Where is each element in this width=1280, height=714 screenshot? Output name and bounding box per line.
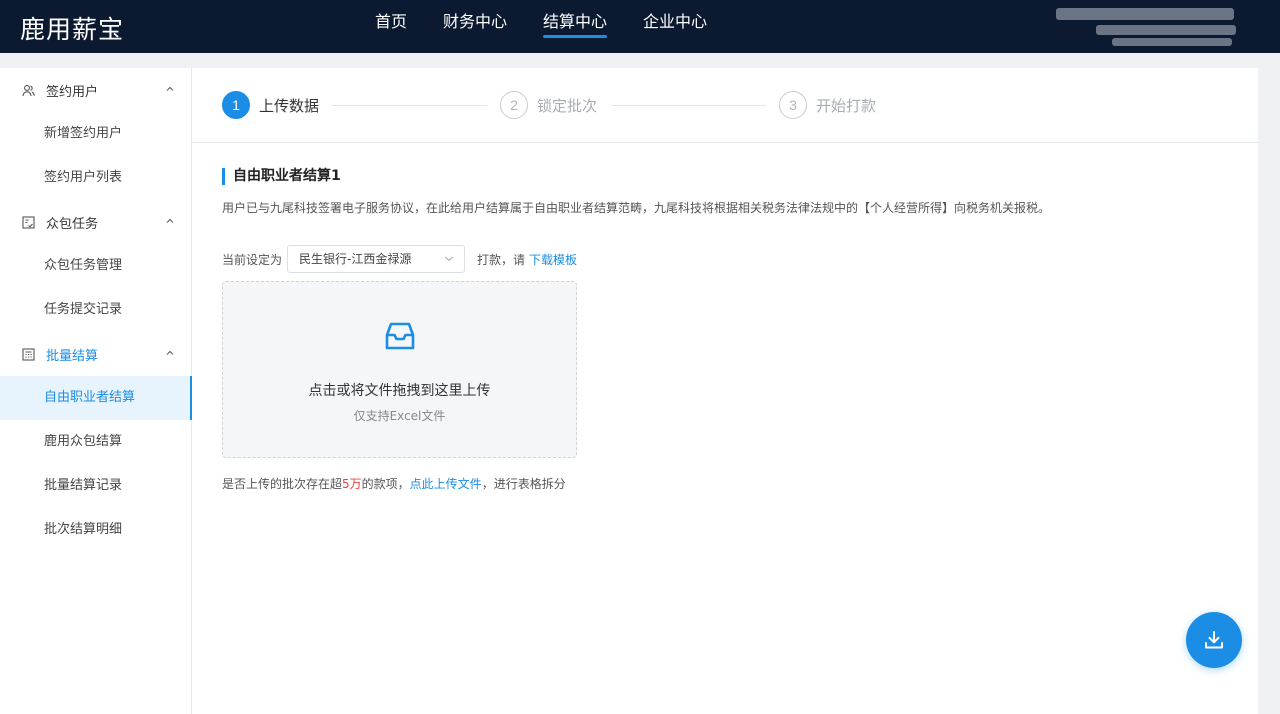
split-text-3: ，进行表格拆分 <box>481 477 566 491</box>
calculator-icon <box>22 347 35 361</box>
sidebar-group-label: 签约用户 <box>46 84 99 100</box>
download-icon <box>1205 631 1223 649</box>
top-bar: 鹿用薪宝 首页 财务中心 结算中心 企业中心 <box>0 0 1280 53</box>
payment-setting-row: 当前设定为 民生银行-江西金禄源 打款，请 下载模板 <box>222 245 577 273</box>
sidebar-item-batch-settlement-records[interactable]: 批量结算记录 <box>0 464 191 508</box>
chevron-down-icon <box>445 256 453 262</box>
file-upload-dropzone[interactable]: 点击或将文件拖拽到这里上传 仅支持Excel文件 <box>222 281 577 458</box>
upload-sub-text: 仅支持Excel文件 <box>353 409 446 423</box>
sidebar: 签约用户 新增签约用户 签约用户列表 众包任务 众包任务管理 任务提交记录 批量… <box>0 68 192 714</box>
app-logo[interactable]: 鹿用薪宝 <box>20 10 124 46</box>
main-panel: 1 上传数据 2 锁定批次 3 开始打款 自由职业者结算1 用户已与九尾科技签署… <box>192 68 1258 714</box>
sidebar-group-label: 批量结算 <box>46 348 99 364</box>
chevron-up-icon <box>166 218 174 223</box>
progress-steps: 1 上传数据 2 锁定批次 3 开始打款 <box>192 68 1258 143</box>
sidebar-item-crowd-task-manage[interactable]: 众包任务管理 <box>0 244 191 288</box>
step-number: 3 <box>779 91 807 119</box>
user-info-blurred[interactable] <box>1056 8 1242 48</box>
step-upload-data: 1 上传数据 <box>222 91 319 119</box>
step-connector <box>611 105 766 106</box>
step-start-payment: 3 开始打款 <box>779 91 876 119</box>
download-template-link[interactable]: 下载模板 <box>529 251 577 268</box>
sidebar-item-task-submit-records[interactable]: 任务提交记录 <box>0 288 191 332</box>
users-icon <box>22 84 35 97</box>
step-number: 1 <box>222 91 250 119</box>
sidebar-item-freelancer-settlement[interactable]: 自由职业者结算 <box>0 376 192 420</box>
sidebar-group-batch-settlement[interactable]: 批量结算 <box>0 332 191 376</box>
step-label: 锁定批次 <box>537 96 598 115</box>
top-nav: 首页 财务中心 结算中心 企业中心 <box>375 0 743 53</box>
step-lock-batch: 2 锁定批次 <box>500 91 597 119</box>
sidebar-item-signed-user-list[interactable]: 签约用户列表 <box>0 156 191 200</box>
chevron-up-icon <box>166 86 174 91</box>
split-hint: 是否上传的批次存在超5万的款项，点此上传文件，进行表格拆分 <box>222 475 566 492</box>
upload-split-file-link[interactable]: 点此上传文件 <box>410 477 482 491</box>
sidebar-group-signed-users[interactable]: 签约用户 <box>0 68 191 112</box>
nav-enterprise-center[interactable]: 企业中心 <box>643 0 707 53</box>
section-title: 自由职业者结算1 <box>222 168 341 185</box>
nav-settlement-center[interactable]: 结算中心 <box>543 0 608 53</box>
floating-download-button[interactable] <box>1186 612 1242 668</box>
upload-main-text: 点击或将文件拖拽到这里上传 <box>308 383 491 399</box>
setting-prefix: 当前设定为 <box>222 252 283 267</box>
selected-account: 民生银行-江西金禄源 <box>299 252 412 266</box>
sidebar-item-batch-settlement-details[interactable]: 批次结算明细 <box>0 508 191 552</box>
split-highlight-amount: 5万 <box>342 477 362 491</box>
step-connector <box>332 105 487 106</box>
nav-finance-center[interactable]: 财务中心 <box>443 0 507 53</box>
step-number: 2 <box>500 91 528 119</box>
setting-middle-text: 打款，请 <box>477 252 526 267</box>
payment-account-select[interactable]: 民生银行-江西金禄源 <box>287 245 466 273</box>
task-icon <box>22 215 35 229</box>
section-description: 用户已与九尾科技签署电子服务协议，在此给用户结算属于自由职业者结算范畴，九尾科技… <box>222 201 1051 215</box>
sidebar-item-luyong-crowd-settlement[interactable]: 鹿用众包结算 <box>0 420 191 464</box>
split-text-1: 是否上传的批次存在超 <box>222 477 343 491</box>
step-label: 上传数据 <box>259 96 320 115</box>
step-label: 开始打款 <box>816 96 877 115</box>
inbox-icon <box>385 322 415 350</box>
split-text-2: 的款项， <box>361 477 410 491</box>
chevron-up-icon <box>166 350 174 355</box>
nav-home[interactable]: 首页 <box>375 0 407 53</box>
sidebar-group-crowd-tasks[interactable]: 众包任务 <box>0 200 191 244</box>
sidebar-item-add-signed-user[interactable]: 新增签约用户 <box>0 112 191 156</box>
sidebar-group-label: 众包任务 <box>46 216 99 232</box>
